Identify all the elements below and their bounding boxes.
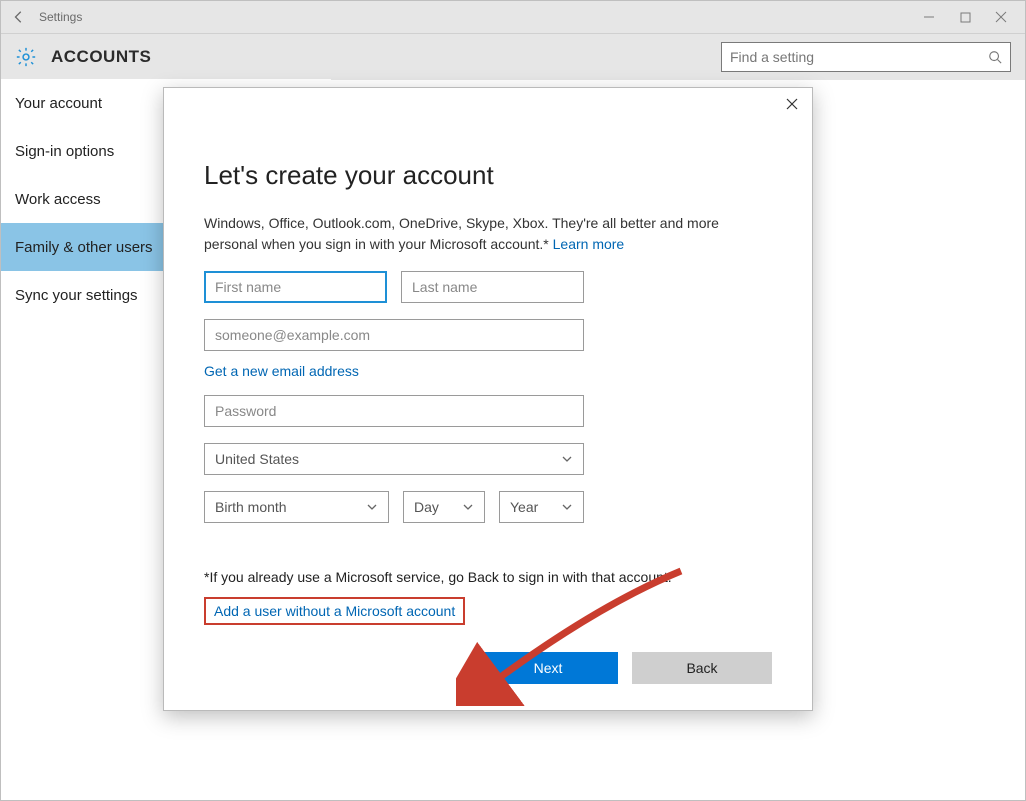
search-input[interactable]: Find a setting [721, 42, 1011, 72]
minimize-button[interactable] [911, 5, 947, 29]
chevron-down-icon [561, 453, 573, 465]
sidebar-item-label: Sign-in options [15, 143, 114, 160]
window-title: Settings [39, 10, 82, 24]
page-title: ACCOUNTS [51, 47, 151, 67]
sidebar-item-label: Your account [15, 95, 102, 112]
create-account-dialog: Let's create your account Windows, Offic… [163, 87, 813, 711]
search-icon [988, 50, 1002, 64]
button-label: Next [534, 660, 563, 676]
new-email-link[interactable]: Get a new email address [204, 363, 359, 379]
chevron-down-icon [561, 501, 573, 513]
sidebar-item-label: Work access [15, 191, 101, 208]
close-window-button[interactable] [983, 5, 1019, 29]
chevron-down-icon [366, 501, 378, 513]
first-name-input[interactable]: First name [204, 271, 387, 303]
sidebar-item-label: Sync your settings [15, 287, 138, 304]
birth-day-select[interactable]: Day [403, 491, 485, 523]
select-value: United States [215, 451, 299, 467]
last-name-input[interactable]: Last name [401, 271, 584, 303]
password-input[interactable]: Password [204, 395, 584, 427]
back-button[interactable]: Back [632, 652, 772, 684]
back-button[interactable] [7, 5, 31, 29]
dialog-heading: Let's create your account [204, 160, 772, 191]
input-placeholder: First name [215, 279, 281, 295]
birth-month-select[interactable]: Birth month [204, 491, 389, 523]
page-header: ACCOUNTS Find a setting [1, 34, 1025, 80]
footnote: *If you already use a Microsoft service,… [204, 569, 772, 585]
maximize-button[interactable] [947, 5, 983, 29]
learn-more-link[interactable]: Learn more [553, 236, 625, 252]
settings-window: Settings ACCOUNTS Find a setting Your ac… [0, 0, 1026, 801]
annotation-highlight: Add a user without a Microsoft account [204, 597, 465, 625]
select-value: Year [510, 499, 538, 515]
close-dialog-button[interactable] [782, 94, 802, 114]
input-placeholder: someone@example.com [215, 327, 370, 343]
input-placeholder: Password [215, 403, 276, 419]
search-placeholder: Find a setting [730, 49, 988, 65]
dialog-intro: Windows, Office, Outlook.com, OneDrive, … [204, 213, 772, 255]
add-user-without-ms-link[interactable]: Add a user without a Microsoft account [214, 603, 455, 619]
button-label: Back [686, 660, 717, 676]
sidebar-item-label: Family & other users [15, 239, 153, 256]
select-value: Day [414, 499, 439, 515]
email-input[interactable]: someone@example.com [204, 319, 584, 351]
chevron-down-icon [462, 501, 474, 513]
gear-icon [15, 46, 37, 68]
country-select[interactable]: United States [204, 443, 584, 475]
birth-year-select[interactable]: Year [499, 491, 584, 523]
titlebar: Settings [1, 1, 1025, 34]
input-placeholder: Last name [412, 279, 477, 295]
next-button[interactable]: Next [478, 652, 618, 684]
select-value: Birth month [215, 499, 287, 515]
dialog-intro-text: Windows, Office, Outlook.com, OneDrive, … [204, 215, 719, 252]
